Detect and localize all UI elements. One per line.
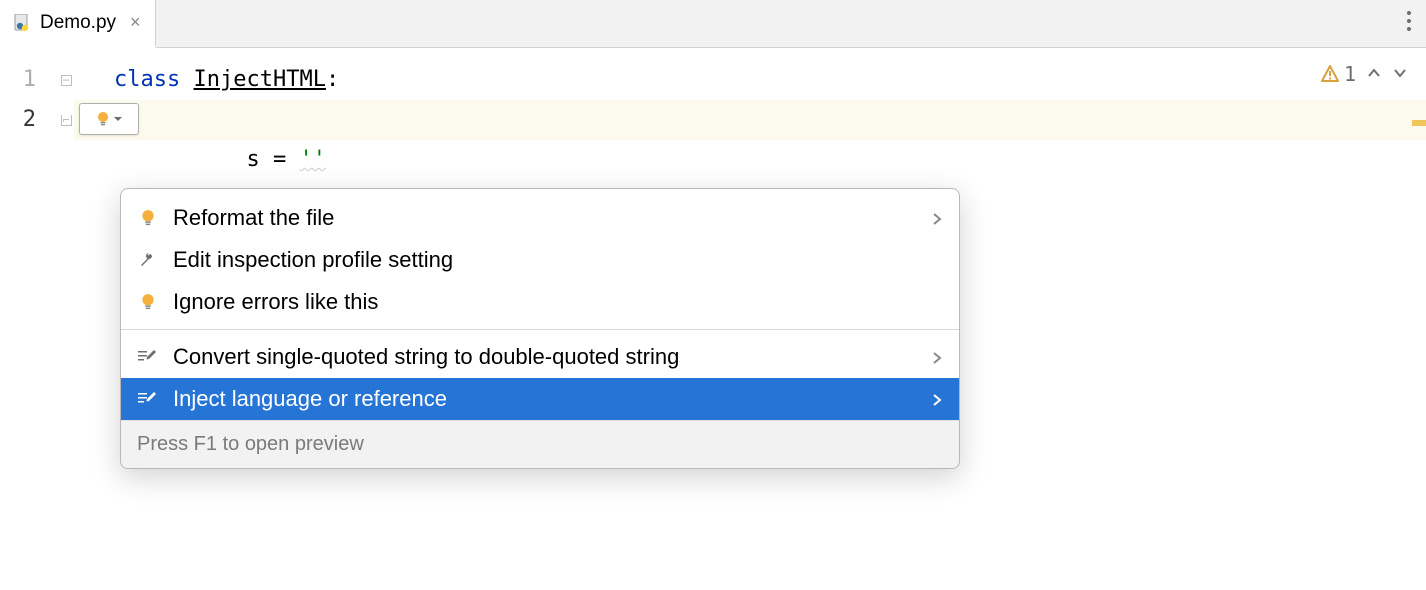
menu-item-label: Reformat the file [173,205,334,231]
pencil-edit-icon [137,346,159,368]
chevron-right-icon [931,344,943,370]
menu-item-edit-inspection-profile[interactable]: Edit inspection profile setting [121,239,959,281]
menu-item-inject-language[interactable]: Inject language or reference [121,378,959,420]
python-file-icon [14,14,32,32]
inspection-summary: 1 [1320,62,1408,86]
menu-separator [121,329,959,330]
lightbulb-icon [137,207,159,229]
menu-item-label: Inject language or reference [173,386,447,412]
fold-toggle-icon[interactable]: − [58,60,74,100]
popup-hint-footer: Press F1 to open preview [121,420,959,468]
lightbulb-icon [95,111,111,127]
warning-marker[interactable] [1412,120,1426,126]
line-number-gutter: 1 2 [0,48,58,590]
code-line[interactable]: class InjectHTML: [74,60,1426,100]
editor-tab[interactable]: Demo.py × [0,0,156,48]
line-number: 1 [0,60,58,100]
next-highlight-icon[interactable] [1392,62,1408,86]
chevron-right-icon [931,386,943,412]
fold-gutter: − ⌐ [58,48,74,590]
warning-count: 1 [1344,62,1356,86]
menu-item-convert-quotes[interactable]: Convert single-quoted string to double-q… [121,336,959,378]
menu-item-label: Convert single-quoted string to double-q… [173,344,679,370]
tab-close-icon[interactable]: × [130,12,141,33]
line-number: 2 [0,100,58,140]
tab-bar-actions [1406,0,1426,47]
code-editor[interactable]: 1 2 − ⌐ class InjectHTML: s = '' 1 Re [0,48,1426,590]
keyword: class [114,67,180,92]
fold-end-icon: ⌐ [58,100,74,140]
more-vertical-icon[interactable] [1406,10,1412,37]
code-line[interactable]: s = '' [74,100,1426,140]
tab-bar: Demo.py × [0,0,1426,48]
prev-highlight-icon[interactable] [1366,62,1382,86]
intention-actions-popup: Reformat the file Edit inspection profil… [120,188,960,469]
class-name: InjectHTML [193,67,325,92]
variable-name: s [246,147,259,172]
menu-item-label: Edit inspection profile setting [173,247,453,273]
menu-item-reformat-file[interactable]: Reformat the file [121,197,959,239]
lightbulb-icon [137,291,159,313]
pencil-edit-icon [137,388,159,410]
dropdown-triangle-icon [113,114,123,124]
menu-item-label: Ignore errors like this [173,289,378,315]
intention-bulb-button[interactable] [79,103,139,135]
menu-item-ignore-errors[interactable]: Ignore errors like this [121,281,959,323]
wrench-icon [137,249,159,271]
string-literal: '' [299,147,326,172]
error-stripe[interactable] [1412,48,1426,590]
chevron-right-icon [931,205,943,231]
warning-indicator[interactable]: 1 [1320,62,1356,86]
warning-triangle-icon [1320,64,1340,84]
tab-filename: Demo.py [40,12,116,34]
colon: : [326,67,339,92]
